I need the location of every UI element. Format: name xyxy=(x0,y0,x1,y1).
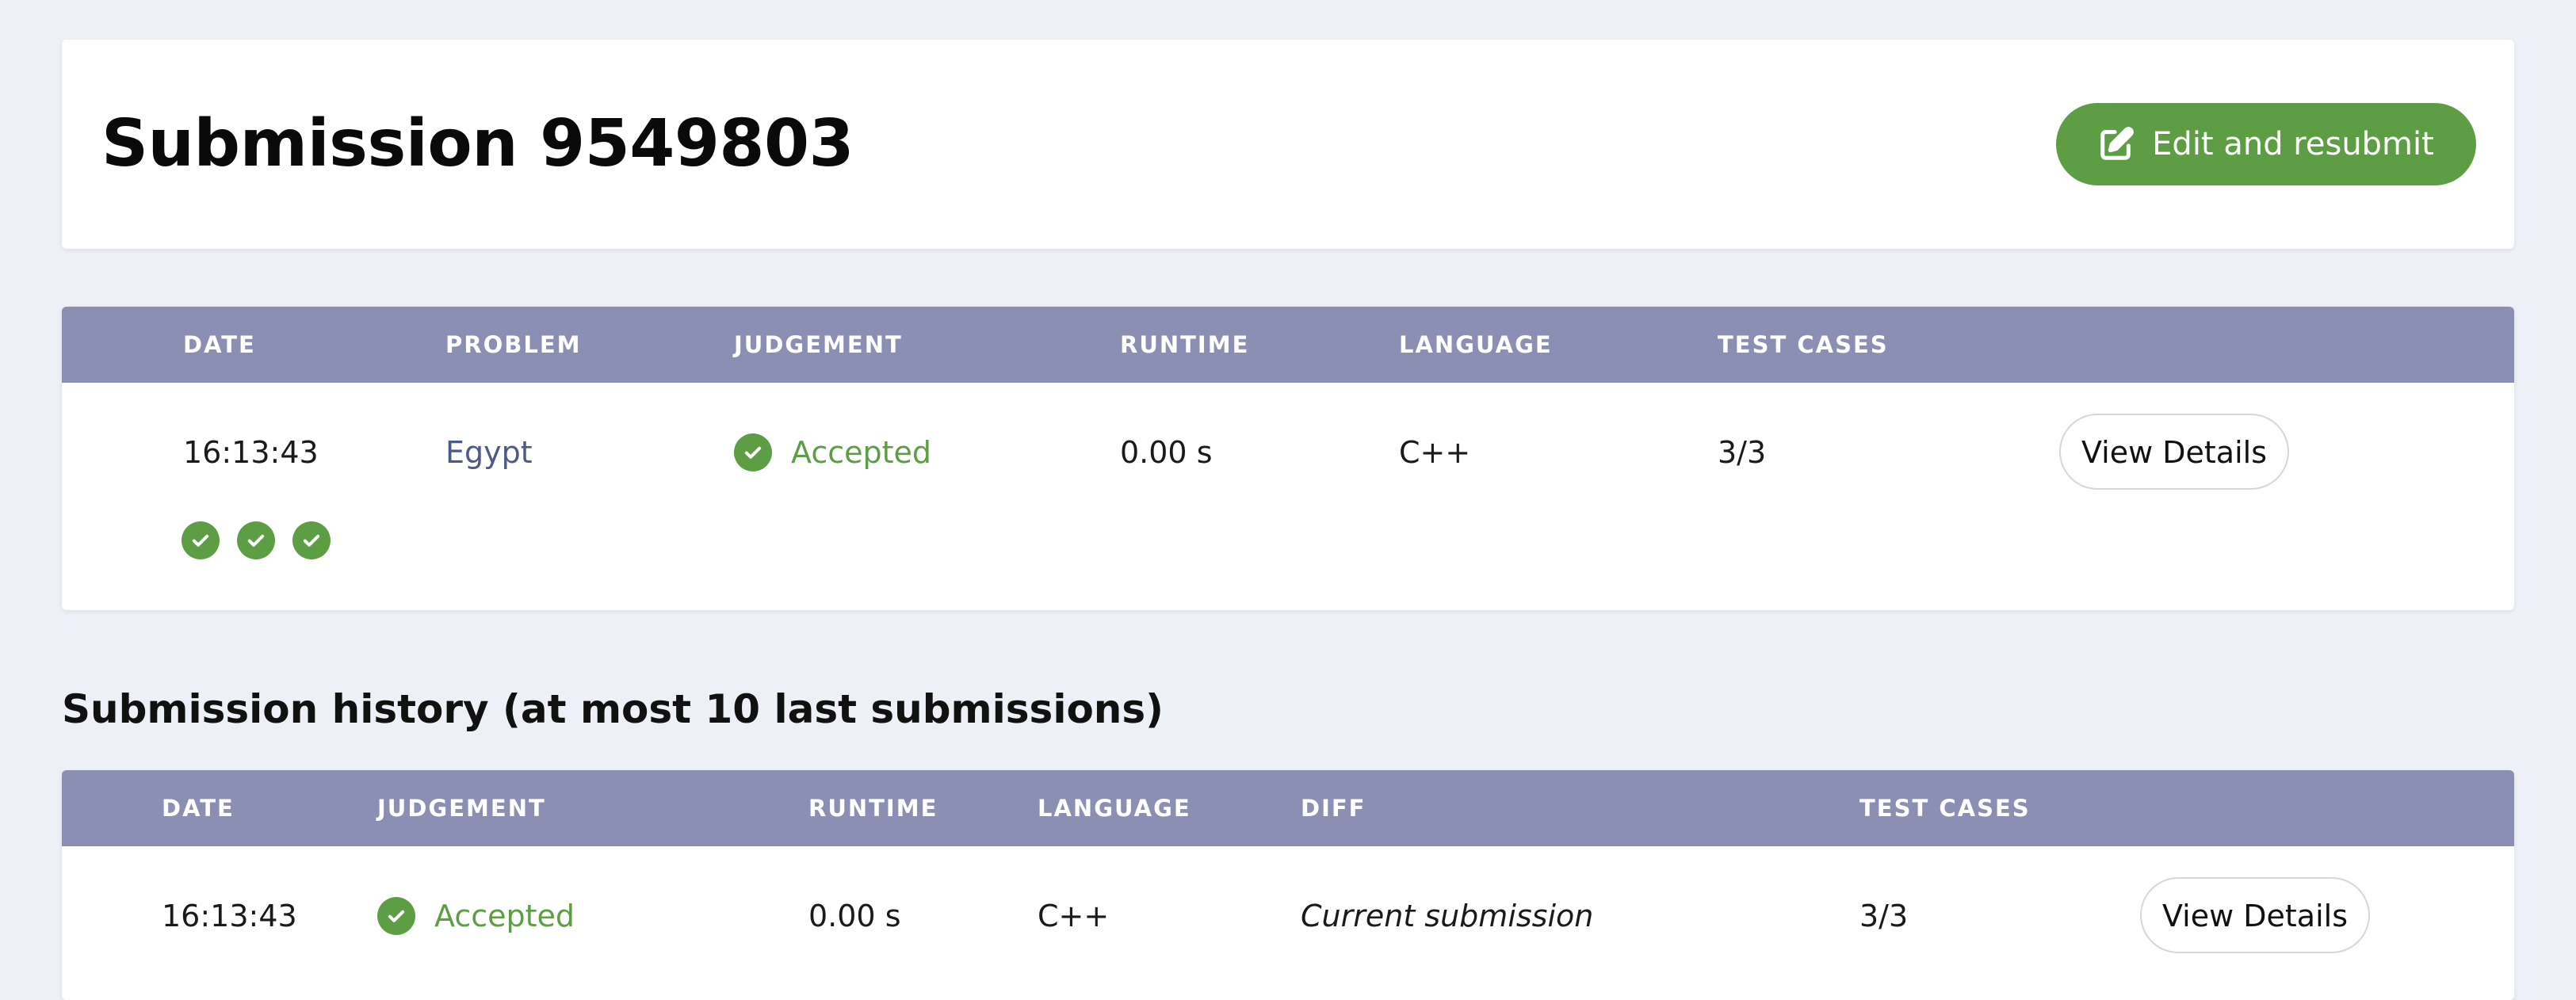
column-header-language: LANGUAGE xyxy=(1038,795,1191,822)
submission-date: 16:13:43 xyxy=(183,435,319,470)
view-details-button[interactable]: View Details xyxy=(2140,877,2370,953)
page-title: Submission 9549803 xyxy=(101,106,854,181)
diff-value: Current submission xyxy=(1301,899,1594,933)
language-value: C++ xyxy=(1038,899,1110,933)
column-header-diff: DIFF xyxy=(1301,795,1366,822)
edit-icon xyxy=(2098,126,2135,162)
test-case-results xyxy=(182,521,331,559)
judgement-label: Accepted xyxy=(434,899,575,933)
view-details-button[interactable]: View Details xyxy=(2059,414,2289,490)
test-cases-value: 3/3 xyxy=(1718,435,1767,470)
test-cases-value: 3/3 xyxy=(1859,899,1909,933)
check-circle-icon xyxy=(377,897,415,935)
judgement-label: Accepted xyxy=(791,435,932,470)
judgement-status: Accepted xyxy=(377,892,575,940)
column-header-test-cases: TEST CASES xyxy=(1718,331,1889,358)
column-header-problem: PROBLEM xyxy=(445,331,582,358)
runtime-value: 0.00 s xyxy=(808,899,901,933)
runtime-value: 0.00 s xyxy=(1120,435,1213,470)
check-circle-icon xyxy=(237,521,275,559)
column-header-judgement: JUDGEMENT xyxy=(734,331,903,358)
column-header-language: LANGUAGE xyxy=(1399,331,1553,358)
submission-history-table: DATE JUDGEMENT RUNTIME LANGUAGE DIFF TES… xyxy=(62,770,2514,1000)
submission-history-heading: Submission history (at most 10 last subm… xyxy=(62,686,1164,732)
submission-header-card: Submission 9549803 Edit and resubmit xyxy=(62,40,2514,249)
column-header-test-cases: TEST CASES xyxy=(1859,795,2031,822)
problem-link[interactable]: Egypt xyxy=(445,429,533,476)
language-value: C++ xyxy=(1399,435,1471,470)
check-circle-icon xyxy=(734,433,772,471)
column-header-runtime: RUNTIME xyxy=(808,795,938,822)
judgement-status: Accepted xyxy=(734,429,931,476)
table-header: DATE PROBLEM JUDGEMENT RUNTIME LANGUAGE … xyxy=(62,307,2514,383)
column-header-judgement: JUDGEMENT xyxy=(377,795,546,822)
table-header: DATE JUDGEMENT RUNTIME LANGUAGE DIFF TES… xyxy=(62,770,2514,846)
edit-and-resubmit-button[interactable]: Edit and resubmit xyxy=(2056,103,2476,185)
column-header-date: DATE xyxy=(183,331,256,358)
submission-details-table: DATE PROBLEM JUDGEMENT RUNTIME LANGUAGE … xyxy=(62,307,2514,610)
column-header-runtime: RUNTIME xyxy=(1120,331,1250,358)
check-circle-icon xyxy=(182,521,220,559)
edit-and-resubmit-label: Edit and resubmit xyxy=(2152,126,2434,162)
history-date: 16:13:43 xyxy=(162,899,297,933)
check-circle-icon xyxy=(292,521,331,559)
column-header-date: DATE xyxy=(162,795,235,822)
